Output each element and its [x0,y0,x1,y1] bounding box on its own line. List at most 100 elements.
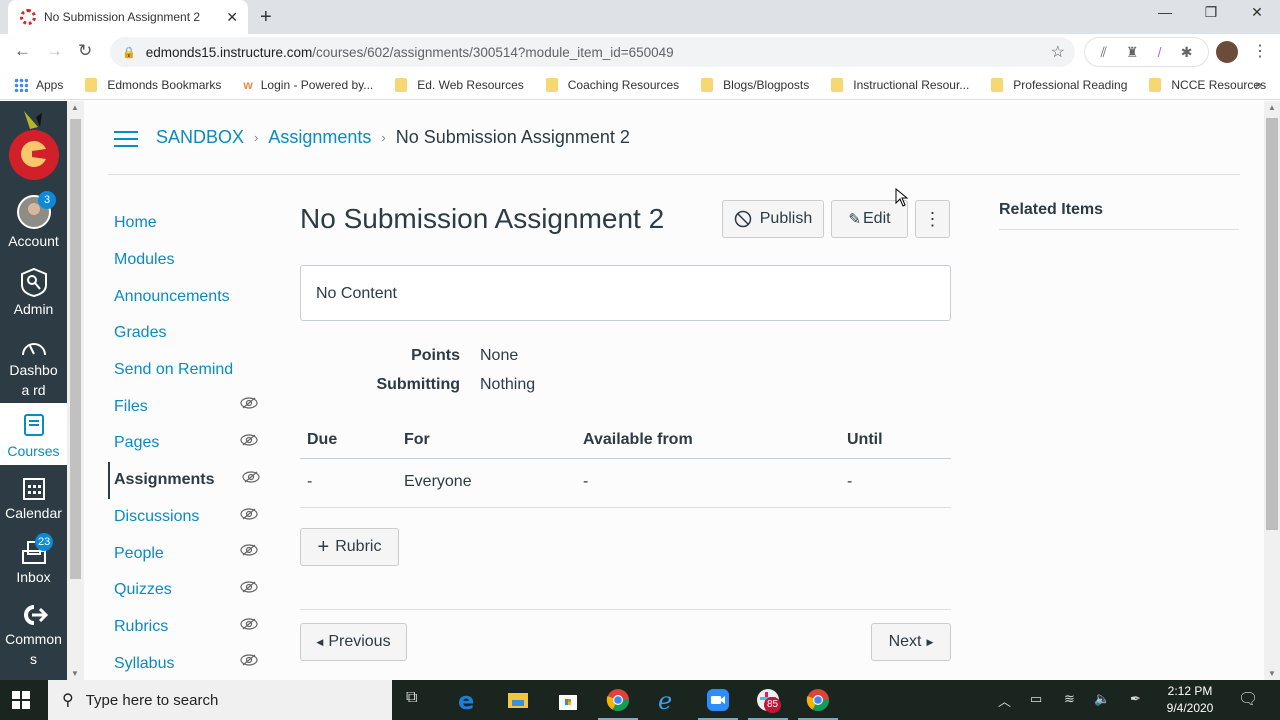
bookmark-login[interactable]: w Login - Powered by... [243,78,373,92]
internet-explorer-icon[interactable]: e [656,688,680,712]
course-nav-modules[interactable]: Modules [108,242,268,279]
cell-available-from: - [583,473,589,490]
task-view-icon[interactable]: ⧉ [406,689,417,707]
scroll-down-arrow[interactable]: ▼ [71,669,79,678]
course-nav-remind[interactable]: Send on Remind [108,352,268,389]
column-header-for: For [404,431,430,448]
related-items-divider [999,229,1239,230]
restore-button[interactable]: ❐ [1188,4,1234,21]
chrome-icon[interactable] [806,688,830,712]
publish-button[interactable]: Publish [722,200,824,238]
bookmark-star-icon[interactable]: ☆ [1051,42,1065,62]
breadcrumb-course[interactable]: SANDBOX [156,127,244,148]
extension-robot-icon[interactable]: ♜ [1126,44,1139,61]
dashboard-gauge-icon [21,343,46,356]
back-button[interactable]: ← [14,41,31,61]
minimize-button[interactable]: — [1142,4,1188,20]
bookmark-professional[interactable]: Professional Reading [991,77,1127,92]
course-nav-assignments[interactable]: Assignments [108,461,268,499]
battery-icon[interactable]: ▭ [1030,691,1042,707]
bookmark-coaching[interactable]: Coaching Resources [545,77,679,92]
course-nav-people[interactable]: People [108,535,268,572]
scrollbar-thumb[interactable] [70,119,81,579]
table-divider [300,458,951,459]
breadcrumb-assignments[interactable]: Assignments [268,127,371,148]
course-nav-discussions[interactable]: Discussions [108,499,268,536]
hidden-eye-icon [240,507,258,520]
forward-button[interactable]: → [46,41,63,61]
nav-account[interactable]: Account 3 [0,191,67,251]
puzzle-icon[interactable]: ✱ [1181,44,1193,61]
clock-date: 9/4/2020 [1166,701,1214,715]
nav-dashboard[interactable]: Dashboa rd [0,336,67,400]
course-nav-home[interactable]: Home [108,205,268,242]
course-nav-quizzes[interactable]: Quizzes [108,572,268,609]
previous-button[interactable]: ◀ Previous [300,623,407,661]
more-options-button[interactable]: ⋮ [915,200,950,238]
new-tab-button[interactable]: + [260,6,272,29]
address-bar[interactable]: 🔒 edmonds15.instructure.com/courses/602/… [110,37,1075,67]
taskbar-clock[interactable]: 2:12 PM 9/4/2020 [1160,683,1220,717]
institution-logo[interactable] [8,109,60,185]
wifi-icon[interactable]: ≋ [1064,691,1075,707]
bookmark-apps[interactable]: Apps [14,77,63,92]
course-nav-grades[interactable]: Grades [108,315,268,352]
scroll-down-arrow[interactable]: ▼ [1268,669,1276,678]
url-host: edmonds15.instructure.com [145,44,313,60]
scrollbar-thumb[interactable] [1266,118,1278,530]
folder-icon [85,77,98,92]
course-navigation: Home Modules Announcements Grades Send o… [108,205,268,682]
show-hidden-icons[interactable]: ︿ [998,691,1011,710]
page-scrollbar[interactable]: ▲ ▼ [1264,101,1280,680]
nav-commons[interactable]: Common s [0,603,67,669]
nav-scrollbar[interactable]: ▲ ▼ [67,101,84,680]
folder-icon [701,77,714,92]
extension-pen-icon[interactable]: / [1158,44,1162,60]
course-menu-toggle[interactable] [114,131,138,147]
zoom-icon[interactable] [706,688,730,712]
bookmark-ncce[interactable]: NCCE Resources [1149,77,1266,92]
chrome-icon[interactable] [606,688,630,712]
course-nav-rubrics[interactable]: Rubrics [108,609,268,646]
bookmark-blogs[interactable]: Blogs/Blogposts [701,77,809,92]
close-window-button[interactable]: ✕ [1234,4,1280,21]
nav-courses[interactable]: Courses [0,403,67,465]
canvas-favicon-icon [20,9,36,25]
close-tab-icon[interactable]: ✕ [226,9,238,26]
profile-avatar[interactable] [1216,41,1238,63]
related-items-heading: Related Items [999,201,1104,218]
points-label: Points [411,347,460,364]
caret-left-icon: ◀ [316,636,324,647]
browser-tab-bar: No Submission Assignment 2 ✕ + — ❐ ✕ [0,0,1280,34]
action-center-icon[interactable]: 🗨 [1238,689,1258,709]
add-rubric-button[interactable]: + Rubric [300,528,399,566]
store-icon[interactable] [556,688,580,712]
course-nav-pages[interactable]: Pages [108,425,268,462]
column-header-due: Due [307,431,338,448]
chrome-menu-icon[interactable]: ⋮ [1252,41,1268,61]
pen-icon[interactable]: ✒ [1130,691,1141,707]
windows-start-icon[interactable] [12,691,30,709]
submitting-label: Submitting [376,376,460,393]
volume-icon[interactable]: 🔈 [1094,691,1110,707]
browser-tab[interactable]: No Submission Assignment 2 ✕ [8,0,248,34]
extension-icon[interactable]: ⫽ [1101,44,1107,61]
nav-calendar[interactable]: Calendar [0,475,67,523]
course-nav-files[interactable]: Files [108,388,268,425]
taskbar-search[interactable]: ⚲ Type here to search [48,680,392,720]
bookmark-edmonds[interactable]: Edmonds Bookmarks [85,77,221,92]
nav-admin[interactable]: Admin [0,267,67,319]
edge-icon[interactable]: e [456,688,480,712]
reload-button[interactable]: ↻ [78,41,92,61]
scroll-up-arrow[interactable]: ▲ [71,103,79,112]
course-nav-announcements[interactable]: Announcements [108,278,268,315]
next-button[interactable]: Next ▶ [871,623,951,661]
bookmark-instructional[interactable]: Instructional Resour... [831,77,969,92]
scroll-up-arrow[interactable]: ▲ [1268,103,1276,112]
more-bookmarks-button[interactable]: » [1255,77,1262,92]
bookmark-ed-web[interactable]: Ed. Web Resources [395,77,524,92]
hidden-eye-icon [240,617,258,630]
nav-inbox[interactable]: Inbox 23 [0,533,67,587]
file-explorer-icon[interactable] [506,688,530,712]
course-nav-syllabus[interactable]: Syllabus [108,645,268,682]
